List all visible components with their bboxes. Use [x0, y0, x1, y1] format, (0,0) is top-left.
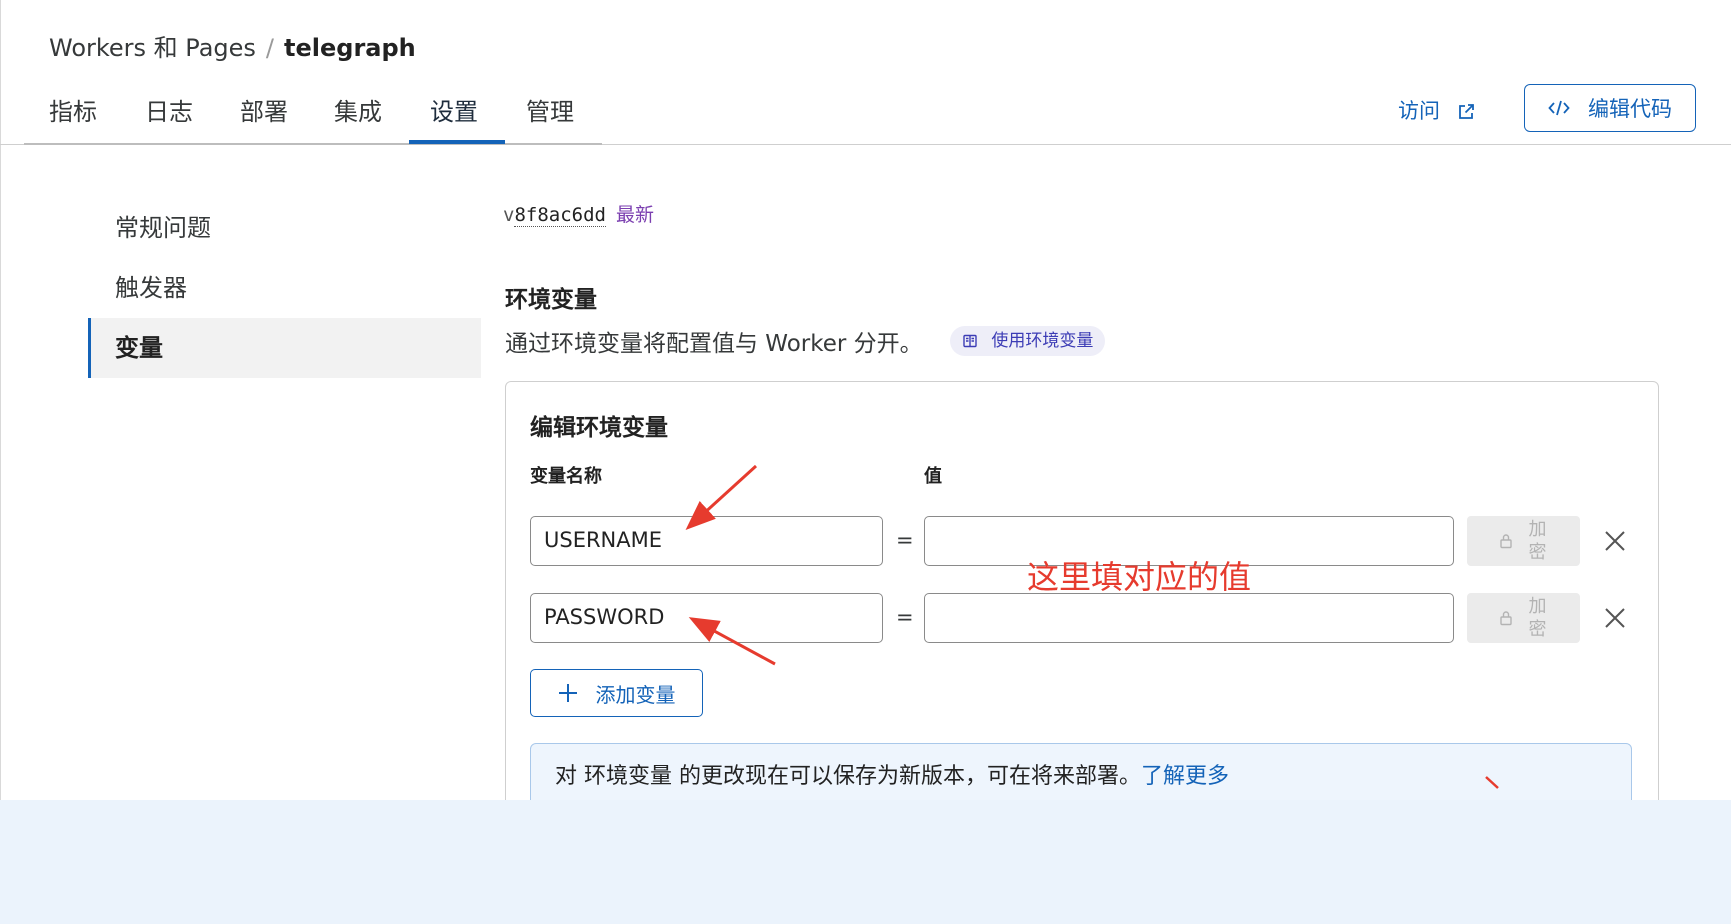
breadcrumb-separator: / [265, 34, 275, 62]
card-title: 编辑环境变量 [530, 415, 668, 441]
encrypt-label: 加密 [1528, 519, 1547, 563]
name-column-label: 变量名称 [530, 466, 602, 487]
info-banner: 对 环境变量 的更改现在可以保存为新版本，可在将来部署。了解更多 [530, 743, 1632, 800]
section-description: 通过环境变量将配置值与 Worker 分开。 [505, 331, 923, 357]
add-variable-label: 添加变量 [595, 682, 676, 707]
docs-link-label: 使用环境变量 [991, 331, 1094, 351]
settings-sidebar: 常规问题 触发器 变量 [88, 198, 481, 378]
active-tab-indicator [409, 140, 505, 144]
visit-link[interactable]: 访问 [1398, 95, 1475, 125]
variable-value-input[interactable] [924, 593, 1454, 643]
version-hash[interactable]: 8f8ac6dd [514, 204, 606, 227]
edit-code-button[interactable]: 编辑代码 [1524, 84, 1696, 132]
tab-settings[interactable]: 设置 [430, 92, 478, 146]
docs-link-badge[interactable]: 使用环境变量 [950, 326, 1106, 356]
sidebar-item-variables[interactable]: 变量 [88, 318, 481, 378]
tab-manage[interactable]: 管理 [526, 92, 574, 146]
lock-icon [1499, 534, 1512, 549]
sidebar-item-general[interactable]: 常规问题 [88, 198, 481, 258]
info-banner-text: 对 环境变量 的更改现在可以保存为新版本，可在将来部署。 [555, 764, 1141, 789]
breadcrumb-current: telegraph [284, 34, 416, 62]
sidebar-item-triggers[interactable]: 触发器 [88, 258, 481, 318]
value-column-label: 值 [924, 466, 942, 487]
learn-more-link[interactable]: 了解更多 [1141, 764, 1229, 789]
lock-icon [1499, 611, 1512, 626]
edit-code-label: 编辑代码 [1588, 97, 1672, 121]
encrypt-button: 加密 [1467, 516, 1580, 566]
tab-bar-underline [24, 143, 602, 145]
version-prefix: v [503, 204, 515, 226]
version-indicator: v8f8ac6dd 最新 [503, 200, 654, 227]
latest-tag: 最新 [615, 204, 654, 226]
equals-sign: = [896, 605, 914, 629]
tab-deployments[interactable]: 部署 [240, 92, 288, 146]
equals-sign: = [896, 528, 914, 552]
tab-integrations[interactable]: 集成 [334, 92, 382, 146]
close-icon[interactable] [1602, 528, 1628, 554]
external-link-icon [1458, 104, 1474, 119]
left-border [0, 0, 1, 800]
tab-logs[interactable]: 日志 [145, 92, 193, 146]
page: Workers 和 Pages / telegraph 指标 日志 部署 集成 设置… [0, 0, 1731, 800]
close-icon[interactable] [1602, 605, 1628, 631]
bottom-overlay [0, 800, 1731, 924]
variable-name-input[interactable]: PASSWORD [530, 593, 883, 643]
add-variable-button[interactable]: 添加变量 [530, 669, 703, 717]
annotation-text: 这里填对应的值 [1027, 558, 1252, 596]
breadcrumb-parent[interactable]: Workers 和 Pages [49, 34, 256, 62]
tab-metrics[interactable]: 指标 [49, 92, 97, 146]
book-icon [963, 334, 977, 348]
variable-name-input[interactable]: USERNAME [530, 516, 883, 566]
section-title: 环境变量 [505, 287, 597, 313]
encrypt-button: 加密 [1467, 593, 1580, 643]
code-icon [1548, 100, 1570, 116]
plus-icon [558, 684, 577, 702]
visit-label: 访问 [1398, 99, 1440, 123]
breadcrumb: Workers 和 Pages / telegraph [49, 28, 416, 63]
encrypt-label: 加密 [1528, 596, 1547, 640]
